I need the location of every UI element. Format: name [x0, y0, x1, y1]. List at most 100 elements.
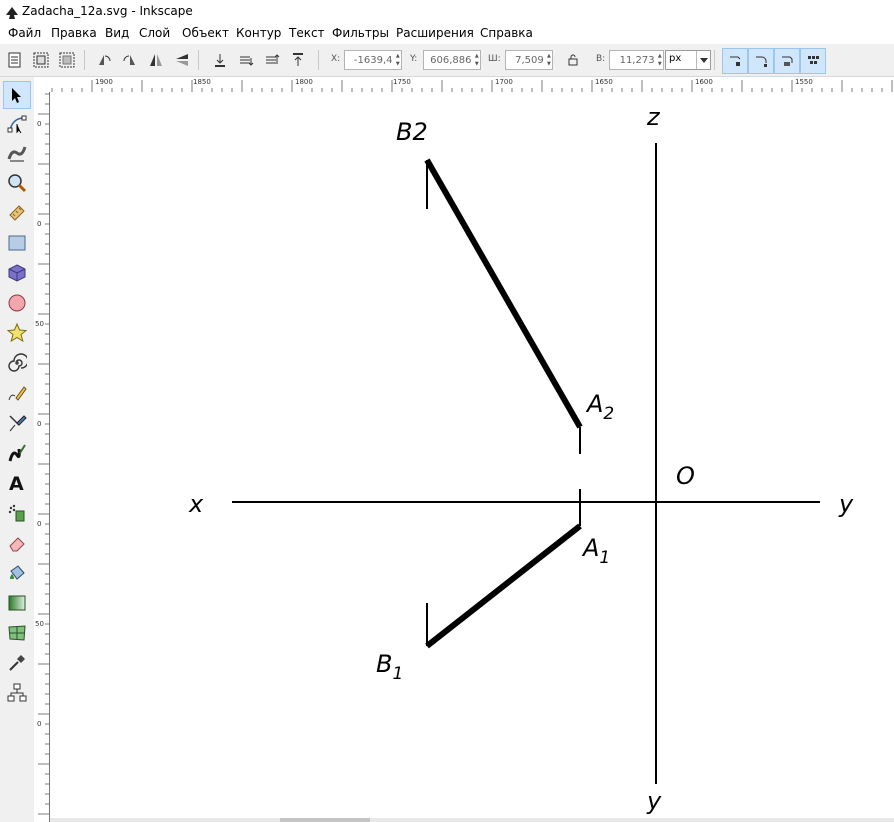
- drawing-canvas[interactable]: z x y y O B2 A2 A1 B1: [50, 92, 894, 820]
- ruler-label: 50: [35, 320, 44, 328]
- label-a2: A2: [587, 390, 615, 424]
- dropper-icon[interactable]: [3, 649, 31, 677]
- ruler-label: 1550: [795, 78, 813, 86]
- h-spinner[interactable]: ▲ ▼: [657, 52, 663, 68]
- star-icon[interactable]: [3, 319, 31, 347]
- label-z: z: [647, 103, 660, 131]
- text-icon[interactable]: A: [3, 469, 31, 497]
- flip-horizontal-icon[interactable]: [146, 50, 166, 70]
- menu-path[interactable]: Контур: [236, 26, 281, 40]
- label-origin: O: [676, 462, 695, 490]
- ruler-label: 0: [37, 420, 42, 428]
- spiral-icon[interactable]: [3, 349, 31, 377]
- zoom-icon[interactable]: [3, 169, 31, 197]
- mesh-icon[interactable]: [3, 619, 31, 647]
- menu-extensions[interactable]: Расширения: [396, 26, 474, 40]
- selector-icon[interactable]: [3, 81, 31, 109]
- deselect-icon[interactable]: [57, 50, 77, 70]
- unit-select[interactable]: px: [665, 50, 711, 70]
- label-x: x: [189, 490, 204, 518]
- scrollbar-thumb[interactable]: [280, 818, 370, 822]
- connector-icon[interactable]: [3, 679, 31, 707]
- inkscape-logo-icon: [5, 5, 19, 24]
- window-title: Zadacha_12a.svg - Inkscape: [22, 4, 193, 18]
- raise-icon[interactable]: [262, 50, 282, 70]
- toolbar-separator: [84, 50, 85, 70]
- segment-b2-a2[interactable]: [424, 158, 583, 429]
- ruler-label: 0: [37, 120, 42, 128]
- menu-filters[interactable]: Фильтры: [332, 26, 389, 40]
- spray-icon[interactable]: [3, 499, 31, 527]
- horizontal-scrollbar[interactable]: [50, 818, 894, 822]
- scale-corners-icon[interactable]: [748, 48, 774, 74]
- ellipse-icon[interactable]: [3, 289, 31, 317]
- lower-to-bottom-icon[interactable]: [210, 50, 230, 70]
- select-all-layers-icon[interactable]: [31, 50, 51, 70]
- toolbar-separator: [318, 50, 319, 70]
- ruler-label: 0: [37, 520, 42, 528]
- horizontal-ruler[interactable]: 1900 1850 1800 1750 1700 1650 1600 1550: [50, 77, 894, 93]
- ruler-ticks: [38, 93, 49, 815]
- gradient-icon[interactable]: [3, 589, 31, 617]
- y-spinner[interactable]: ▲ ▼: [474, 52, 481, 68]
- tweak-icon[interactable]: [3, 139, 31, 167]
- bucket-icon[interactable]: [3, 559, 31, 587]
- menu-help[interactable]: Справка: [480, 26, 533, 40]
- x-input[interactable]: [345, 54, 395, 66]
- ruler-label: 0: [37, 720, 42, 728]
- rect-icon[interactable]: [3, 229, 31, 257]
- eraser-icon[interactable]: [3, 529, 31, 557]
- y-input[interactable]: [424, 54, 474, 66]
- menu-text[interactable]: Текст: [289, 26, 325, 40]
- h-input[interactable]: [610, 54, 657, 66]
- unit-select-value: px: [669, 53, 682, 64]
- pencil-icon[interactable]: [3, 379, 31, 407]
- label-b2: B2: [396, 118, 428, 146]
- svg-text:A: A: [9, 473, 24, 493]
- box3d-icon[interactable]: [3, 259, 31, 287]
- toolbar-separator: [714, 50, 715, 70]
- select-all-icon[interactable]: [5, 50, 25, 70]
- scale-gradients-icon[interactable]: [774, 48, 800, 74]
- x-spinner[interactable]: ▲ ▼: [395, 52, 402, 68]
- rotate-cw-icon[interactable]: [120, 50, 140, 70]
- rotate-ccw-icon[interactable]: [94, 50, 114, 70]
- lock-icon[interactable]: [566, 50, 580, 70]
- toolbar-separator: [198, 50, 199, 70]
- ruler-ticks: [51, 80, 893, 92]
- ruler-label: 1700: [495, 78, 513, 86]
- menu-object[interactable]: Объект: [182, 26, 229, 40]
- scale-patterns-icon[interactable]: [800, 48, 826, 74]
- y-field[interactable]: ▲▼: [423, 50, 481, 70]
- scale-stroke-icon[interactable]: [722, 48, 748, 74]
- ruler-corner: [34, 77, 50, 92]
- segment-a1-b1[interactable]: [425, 523, 582, 649]
- pen-icon[interactable]: [3, 409, 31, 437]
- label-y-bottom: y: [647, 787, 662, 815]
- measure-icon[interactable]: [3, 199, 31, 227]
- label-b1: B1: [376, 650, 404, 684]
- ruler-label: 1750: [393, 78, 411, 86]
- node-icon[interactable]: [3, 110, 31, 138]
- h-field[interactable]: ▲▼: [609, 50, 664, 70]
- flip-vertical-icon[interactable]: [172, 50, 192, 70]
- drawing-svg[interactable]: [50, 92, 894, 820]
- calligraphy-icon[interactable]: [3, 439, 31, 467]
- vertical-ruler[interactable]: 0 0 50 0 0 50 0: [34, 92, 50, 822]
- h-field-label: В:: [596, 54, 606, 64]
- menu-file[interactable]: Файл: [8, 26, 41, 40]
- ruler-label: 0: [37, 220, 42, 228]
- tool-controls-bar: X: ▲▼ Y: ▲▼ Ш: ▲▼ В: ▲▼ px: [0, 44, 894, 77]
- w-spinner[interactable]: ▲ ▼: [546, 52, 552, 68]
- label-y-right: y: [839, 490, 854, 518]
- raise-to-top-icon[interactable]: [288, 50, 308, 70]
- lower-icon[interactable]: [236, 50, 256, 70]
- menu-view[interactable]: Вид: [105, 26, 129, 40]
- x-field-label: X:: [331, 54, 341, 64]
- menu-layer[interactable]: Слой: [139, 26, 170, 40]
- w-field[interactable]: ▲▼: [505, 50, 553, 70]
- x-field[interactable]: ▲▼: [344, 50, 402, 70]
- w-input[interactable]: [506, 54, 546, 66]
- title-bar: Zadacha_12a.svg - Inkscape: [0, 0, 894, 24]
- menu-edit[interactable]: Правка: [51, 26, 97, 40]
